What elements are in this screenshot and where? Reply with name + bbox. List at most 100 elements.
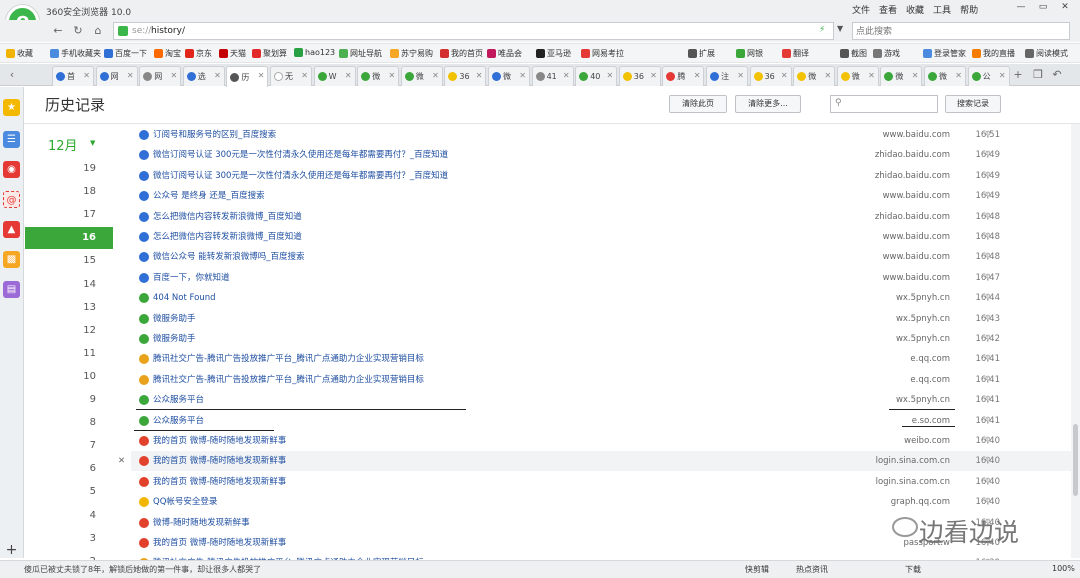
url-dropdown-icon[interactable]: ▼ — [837, 24, 843, 33]
history-title-link[interactable]: 怎么把微信内容转发新浪微博_百度知道 — [153, 227, 302, 247]
tab-item[interactable]: 无 ✕ — [270, 66, 312, 86]
close-tab-icon[interactable]: ✕ — [301, 71, 308, 80]
close-tab-icon[interactable]: ✕ — [737, 71, 744, 80]
history-row[interactable]: 怎么把微信内容转发新浪微博_百度知道 zhidao.baidu.com ⚲ 16:48 — [131, 207, 1080, 227]
tab-item[interactable]: 网 ✕ — [95, 66, 138, 86]
tab-item[interactable]: 首 ✕ — [52, 66, 94, 86]
tab-item[interactable]: 41 ✕ — [531, 66, 574, 86]
tab-item[interactable]: 微 ✕ — [836, 66, 879, 86]
history-title-link[interactable]: 我的首页 微博-随时随地发现新鲜事 — [153, 472, 286, 492]
day-item[interactable]: 14 — [25, 274, 113, 296]
day-item[interactable]: 6 — [25, 458, 113, 480]
game-icon[interactable]: ▲ — [3, 221, 20, 238]
day-item[interactable]: 15 — [25, 250, 113, 272]
day-item[interactable]: 16 — [25, 227, 113, 250]
close-tab-icon[interactable]: ✕ — [824, 71, 831, 80]
bookmark-item[interactable]: 翻译 — [782, 48, 809, 59]
history-row[interactable]: 我的首页 微博-随时随地发现新鲜事 weibo.com ⚲ 16:40 — [131, 431, 1080, 451]
close-tab-icon[interactable]: ✕ — [127, 71, 134, 80]
history-title-link[interactable]: 微服务助手 — [153, 329, 196, 349]
tab-item[interactable]: 注 ✕ — [706, 66, 748, 86]
tab-restore-icon[interactable]: ❒ — [1030, 67, 1046, 83]
tab-list-icon[interactable]: ‹ — [4, 67, 20, 83]
notes-icon[interactable]: ☰ — [3, 131, 20, 148]
bookmark-item[interactable]: 手机收藏夹 — [50, 48, 101, 59]
history-title-link[interactable]: 百度一下，你就知道 — [153, 268, 230, 288]
tab-item[interactable]: W ✕ — [313, 66, 356, 86]
history-row[interactable]: 百度一下，你就知道 www.baidu.com ⚲ 16:47 — [131, 268, 1080, 288]
tab-item[interactable]: 36 ✕ — [749, 66, 792, 86]
tab-item[interactable]: 微 ✕ — [488, 66, 530, 86]
history-title-link[interactable]: 微信订阅号认证 300元是一次性付清永久使用还是每年都需要再付？_百度知道 — [153, 166, 448, 186]
history-row[interactable]: 公众服务平台 e.so.com ⚲ 16:41 — [131, 411, 1080, 431]
delete-row-icon[interactable]: ✕ — [118, 451, 125, 471]
menu-view[interactable]: 查看 — [879, 3, 897, 16]
scrollbar-thumb[interactable] — [1073, 424, 1078, 496]
bookmark-item[interactable]: 百度一下 — [104, 48, 147, 59]
history-title-link[interactable]: 我的首页 微博-随时随地发现新鲜事 — [153, 451, 286, 471]
menu-file[interactable]: 文件 — [852, 3, 870, 16]
close-tab-icon[interactable]: ✕ — [258, 71, 265, 80]
new-tab-icon[interactable]: + — [1010, 67, 1026, 83]
menu-tools[interactable]: 工具 — [933, 3, 951, 16]
bookmark-item[interactable]: 网易考拉 — [581, 48, 624, 59]
bookmark-item[interactable]: 游戏 — [873, 48, 900, 59]
close-tab-icon[interactable]: ✕ — [912, 71, 919, 80]
close-tab-icon[interactable]: ✕ — [214, 71, 221, 80]
history-row[interactable]: 订阅号和服务号的区别_百度搜索 www.baidu.com ⚲ 16:51 — [131, 125, 1080, 145]
history-row[interactable]: 公众号 是终身 还是_百度搜索 www.baidu.com ⚲ 16:49 — [131, 186, 1080, 206]
history-title-link[interactable]: 我的首页 微博-随时随地发现新鲜事 — [153, 431, 286, 451]
history-row[interactable]: 微信订阅号认证 300元是一次性付清永久使用还是每年都需要再付？_百度知道 zhi… — [131, 145, 1080, 165]
search-history-button[interactable]: 搜索记录 — [945, 95, 1001, 113]
hot-news-button[interactable]: 热点资讯 — [796, 564, 828, 575]
history-row[interactable]: 微服务助手 wx.5pnyh.cn ⚲ 16:42 — [131, 329, 1080, 349]
close-tab-icon[interactable]: ✕ — [650, 71, 657, 80]
quick-edit-button[interactable]: 快剪辑 — [745, 564, 769, 575]
clear-page-button[interactable]: 清除此页 — [669, 95, 727, 113]
tab-item[interactable]: 微 ✕ — [924, 66, 966, 86]
download-button[interactable]: 下载 — [905, 564, 921, 575]
day-item[interactable]: 12 — [25, 320, 113, 342]
weibo-icon[interactable]: ◉ — [3, 161, 20, 178]
close-tab-icon[interactable]: ✕ — [606, 71, 613, 80]
history-row[interactable]: 404 Not Found wx.5pnyh.cn ⚲ 16:44 — [131, 288, 1080, 308]
day-item[interactable]: 10 — [25, 366, 113, 388]
bookmark-item[interactable]: 聚划算 — [252, 48, 287, 59]
history-row[interactable]: 腾讯社交广告-腾讯广告投放推广平台_腾讯广点通助力企业实现营销目标 e.qq.co… — [131, 370, 1080, 390]
bookmark-item[interactable]: 我的直播 — [972, 48, 1015, 59]
bookmark-item[interactable]: 淘宝 — [154, 48, 181, 59]
bookmark-item[interactable]: 扩展 — [688, 48, 715, 59]
tab-item[interactable]: 36 ✕ — [618, 66, 661, 86]
close-tab-icon[interactable]: ✕ — [83, 71, 90, 80]
close-tab-icon[interactable]: ✕ — [519, 71, 526, 80]
web-search-box[interactable] — [852, 22, 1070, 40]
day-item[interactable]: 5 — [25, 481, 113, 503]
day-item[interactable]: 7 — [25, 435, 113, 457]
history-title-link[interactable]: QQ帐号安全登录 — [153, 492, 217, 512]
history-title-link[interactable]: 公众服务平台 — [153, 390, 204, 410]
tab-item[interactable]: 微 ✕ — [793, 66, 836, 86]
history-row[interactable]: ✕ 我的首页 微博-随时随地发现新鲜事 login.sina.com.cn ⚲ 16:4… — [118, 451, 1080, 472]
bookmark-item[interactable]: 我的首页 — [440, 48, 483, 59]
month-selector[interactable]: 12月 — [48, 135, 78, 154]
day-item[interactable]: 17 — [25, 204, 113, 226]
history-row[interactable]: QQ帐号安全登录 graph.qq.com ⚲ 16:40 — [131, 492, 1080, 512]
close-tab-icon[interactable]: ✕ — [170, 71, 177, 80]
close-tab-icon[interactable]: ✕ — [563, 71, 570, 80]
bookmark-item[interactable]: 收藏 — [6, 48, 33, 59]
day-item[interactable]: 3 — [25, 528, 113, 550]
undo-close-icon[interactable]: ↶ — [1049, 67, 1065, 83]
back-icon[interactable]: ← — [50, 23, 66, 39]
close-tab-icon[interactable]: ✕ — [476, 71, 483, 80]
history-title-link[interactable]: 404 Not Found — [153, 288, 215, 308]
clear-more-button[interactable]: 清除更多... — [735, 95, 801, 113]
speed-mode-icon[interactable]: ⚡ — [819, 25, 825, 35]
close-tab-icon[interactable]: ✕ — [955, 71, 962, 80]
history-row[interactable]: 我的首页 微博-随时随地发现新鲜事 login.sina.com.cn ⚲ 16:40 — [131, 472, 1080, 492]
history-row[interactable]: 公众服务平台 wx.5pnyh.cn ⚲ 16:41 — [131, 390, 1080, 410]
scrollbar[interactable] — [1071, 124, 1080, 558]
history-title-link[interactable]: 腾讯社交广告-腾讯广告投放推广平台_腾讯广点通助力企业实现营销目标 — [153, 370, 424, 390]
bookmark-item[interactable]: 苏宁易购 — [390, 48, 433, 59]
day-item[interactable]: 13 — [25, 297, 113, 319]
web-search-input[interactable] — [856, 25, 1066, 38]
